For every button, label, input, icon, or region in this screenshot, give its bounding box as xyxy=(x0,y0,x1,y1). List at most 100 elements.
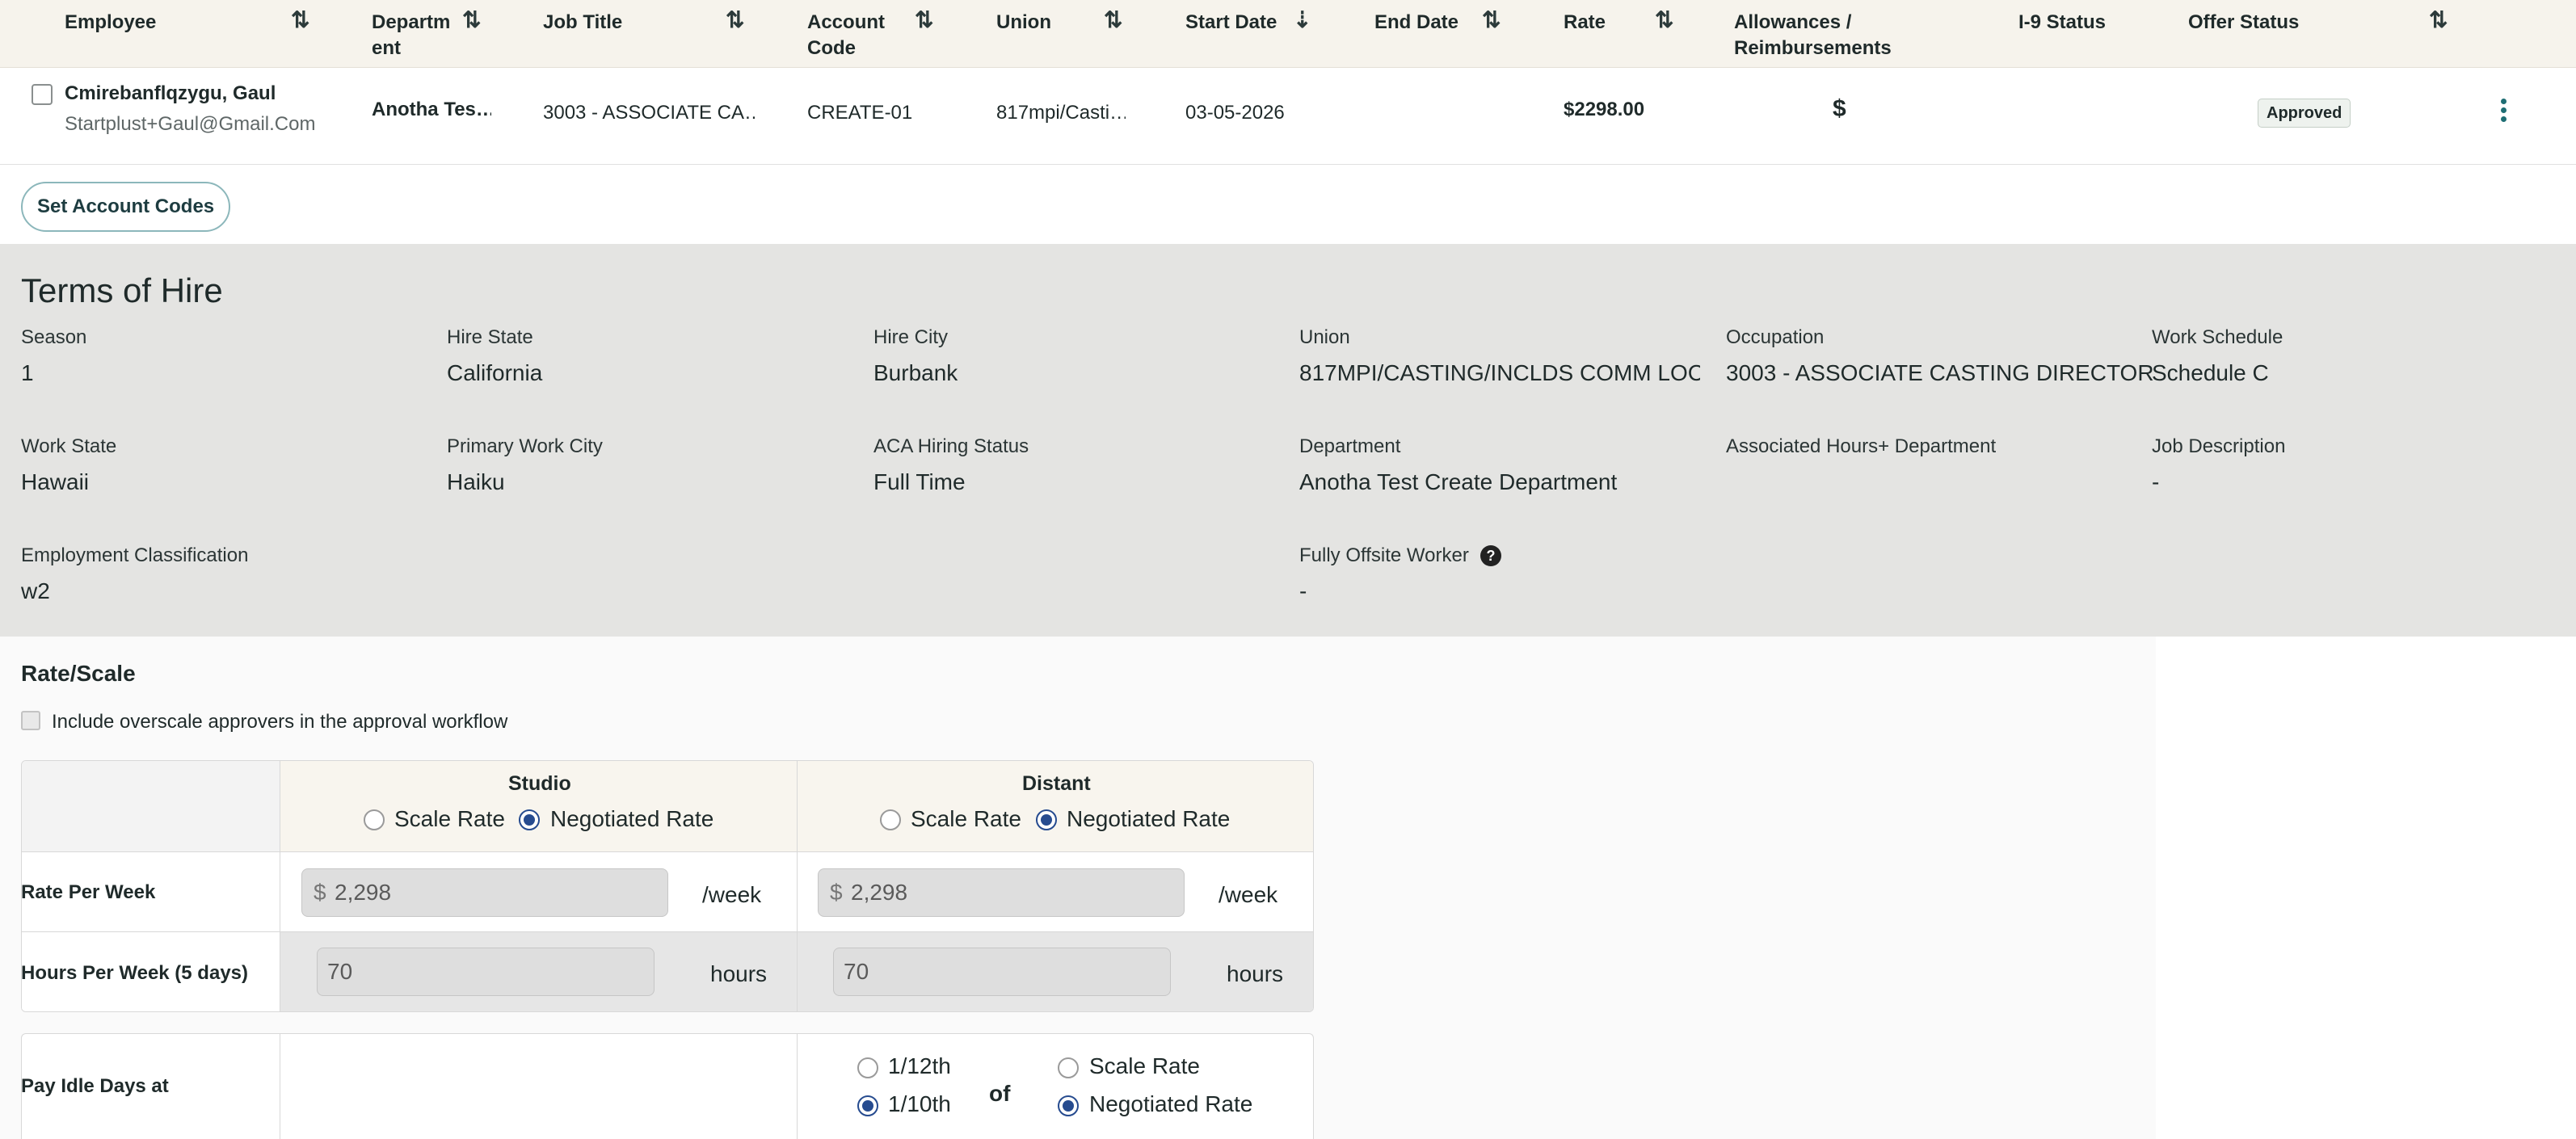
rate-cell: $2298.00 xyxy=(1564,99,1645,120)
sort-icon[interactable]: ⇅ xyxy=(726,6,744,33)
distant-rate-value: 2,298 xyxy=(851,880,908,905)
aca-hiring-status-label: ACA Hiring Status xyxy=(873,435,1029,457)
rate-grid-corner xyxy=(22,761,280,852)
sort-icon[interactable]: ⇅ xyxy=(915,6,933,33)
include-overscale-label[interactable]: Include overscale approvers in the appro… xyxy=(52,711,507,733)
sort-icon[interactable]: ⇅ xyxy=(291,6,309,33)
hours-per-week-label: Hours Per Week (5 days) xyxy=(21,962,249,984)
primary-work-city-value: Haiku xyxy=(447,469,505,494)
column-header-allowances[interactable]: Allowances / Reimbursements xyxy=(1734,10,1892,61)
sort-icon[interactable]: ⇅ xyxy=(462,6,481,33)
pay-idle-days-studio-cell xyxy=(280,1034,798,1139)
column-header-rate[interactable]: Rate xyxy=(1564,10,1606,36)
section-title-rate-scale: Rate/Scale xyxy=(21,661,136,686)
rate-per-week-label: Rate Per Week xyxy=(21,881,156,903)
sort-descending-icon[interactable]: ⇣ xyxy=(1293,6,1311,33)
occupation-value: 3003 - ASSOCIATE CASTING DIRECTOR xyxy=(1726,360,2154,385)
row-select-checkbox[interactable] xyxy=(32,84,53,105)
studio-hours-input[interactable]: 70 xyxy=(317,948,655,996)
season-value: 1 xyxy=(21,360,34,385)
employment-classification-value: w2 xyxy=(21,578,50,603)
column-header-job-title[interactable]: Job Title xyxy=(543,10,622,36)
more-options-icon[interactable] xyxy=(2491,96,2515,128)
distant-week-unit: /week xyxy=(1219,882,1278,907)
studio-hours-unit: hours xyxy=(710,961,768,986)
idle-fraction-1-10-label[interactable]: 1/10th xyxy=(888,1091,951,1117)
idle-scale-rate-radio[interactable] xyxy=(1058,1057,1079,1078)
distant-hours-input[interactable]: 70 xyxy=(833,948,1171,996)
set-account-codes-button[interactable]: Set Account Codes xyxy=(21,182,231,232)
idle-fraction-1-12-radio[interactable] xyxy=(857,1057,878,1078)
studio-week-unit: /week xyxy=(702,882,762,907)
employee-name[interactable]: Cmirebanflqzygu, Gaul xyxy=(65,82,276,105)
employment-classification-label: Employment Classification xyxy=(21,544,249,566)
fully-offsite-worker-label: Fully Offsite Worker xyxy=(1299,544,1469,566)
studio-scale-rate-label[interactable]: Scale Rate xyxy=(394,806,505,832)
hire-city-label: Hire City xyxy=(873,326,949,348)
column-header-i9-status[interactable]: I-9 Status xyxy=(2018,10,2106,36)
of-label: of xyxy=(989,1081,1011,1106)
section-title-terms-of-hire: Terms of Hire xyxy=(21,271,223,309)
account-code-cell: CREATE-01 xyxy=(807,102,913,124)
help-icon[interactable]: ? xyxy=(1480,545,1501,566)
studio-rate-value: 2,298 xyxy=(335,880,392,905)
distant-negotiated-rate-radio[interactable] xyxy=(1036,809,1057,830)
union-label: Union xyxy=(1299,326,1350,348)
fully-offsite-worker-value: - xyxy=(1299,578,1307,603)
department-cell: Anotha Tes… xyxy=(372,99,491,120)
column-header-start-date[interactable]: Start Date xyxy=(1185,10,1277,36)
work-schedule-label: Work Schedule xyxy=(2152,326,2283,348)
start-date-cell: 03-05-2026 xyxy=(1185,102,1285,124)
column-header-department[interactable]: Departm ent xyxy=(372,10,469,61)
idle-fraction-1-10-radio[interactable] xyxy=(857,1095,878,1116)
hire-city-value: Burbank xyxy=(873,360,958,385)
occupation-label: Occupation xyxy=(1726,326,1825,348)
union-cell: 817mpi/Casti… xyxy=(996,102,1126,124)
table-row[interactable]: Cmirebanflqzygu, Gaul Startplust+Gaul@Gm… xyxy=(0,68,2576,165)
studio-negotiated-rate-label[interactable]: Negotiated Rate xyxy=(550,806,713,832)
work-state-label: Work State xyxy=(21,435,117,457)
sort-icon[interactable]: ⇅ xyxy=(1482,6,1501,33)
idle-negotiated-rate-label[interactable]: Negotiated Rate xyxy=(1089,1091,1252,1117)
pay-idle-days-label: Pay Idle Days at xyxy=(21,1075,169,1097)
job-title-cell: 3003 - ASSOCIATE CA… xyxy=(543,102,755,124)
sort-icon[interactable]: ⇅ xyxy=(1104,6,1122,33)
idle-negotiated-rate-radio[interactable] xyxy=(1058,1095,1079,1116)
associated-hours-department-label: Associated Hours+ Department xyxy=(1726,435,1997,457)
primary-work-city-label: Primary Work City xyxy=(447,435,603,457)
job-description-value: - xyxy=(2152,469,2160,494)
distant-scale-rate-label[interactable]: Scale Rate xyxy=(911,806,1021,832)
distant-hours-unit: hours xyxy=(1227,961,1284,986)
hire-state-value: California xyxy=(447,360,543,385)
column-header-offer-status[interactable]: Offer Status xyxy=(2188,10,2299,36)
department-label: Department xyxy=(1299,435,1401,457)
include-overscale-checkbox[interactable] xyxy=(21,711,40,730)
sort-icon[interactable]: ⇅ xyxy=(2429,6,2448,33)
column-header-union[interactable]: Union xyxy=(996,10,1051,36)
studio-negotiated-rate-radio[interactable] xyxy=(519,809,540,830)
currency-symbol: $ xyxy=(830,880,843,905)
distant-scale-rate-radio[interactable] xyxy=(880,809,901,830)
studio-rate-input[interactable]: $ 2,298 xyxy=(301,868,668,917)
aca-hiring-status-value: Full Time xyxy=(873,469,966,494)
column-header-end-date[interactable]: End Date xyxy=(1374,10,1458,36)
union-value: 817MPI/CASTING/INCLDS COMM LOC M xyxy=(1299,360,1700,385)
distant-negotiated-rate-label[interactable]: Negotiated Rate xyxy=(1067,806,1230,832)
studio-heading: Studio xyxy=(508,772,571,795)
table-header: Employee ⇅ Departm ent ⇅ Job Title ⇅ Acc… xyxy=(0,0,2576,68)
sort-icon[interactable]: ⇅ xyxy=(1655,6,1673,33)
allowances-cell[interactable]: $ xyxy=(1833,95,1846,123)
idle-scale-rate-label[interactable]: Scale Rate xyxy=(1089,1053,1200,1079)
column-header-account-code[interactable]: Account Code xyxy=(807,10,885,61)
employee-email: Startplust+Gaul@Gmail.Com xyxy=(65,113,316,135)
idle-fraction-1-12-label[interactable]: 1/12th xyxy=(888,1053,951,1079)
distant-heading: Distant xyxy=(1022,772,1091,795)
pay-idle-days-grid xyxy=(21,1033,1314,1139)
work-state-value: Hawaii xyxy=(21,469,90,494)
hire-state-label: Hire State xyxy=(447,326,533,348)
season-label: Season xyxy=(21,326,87,348)
distant-rate-input[interactable]: $ 2,298 xyxy=(818,868,1185,917)
column-header-employee[interactable]: Employee xyxy=(65,10,156,36)
studio-scale-rate-radio[interactable] xyxy=(364,809,385,830)
pay-idle-days-distant-cell xyxy=(798,1034,1313,1139)
